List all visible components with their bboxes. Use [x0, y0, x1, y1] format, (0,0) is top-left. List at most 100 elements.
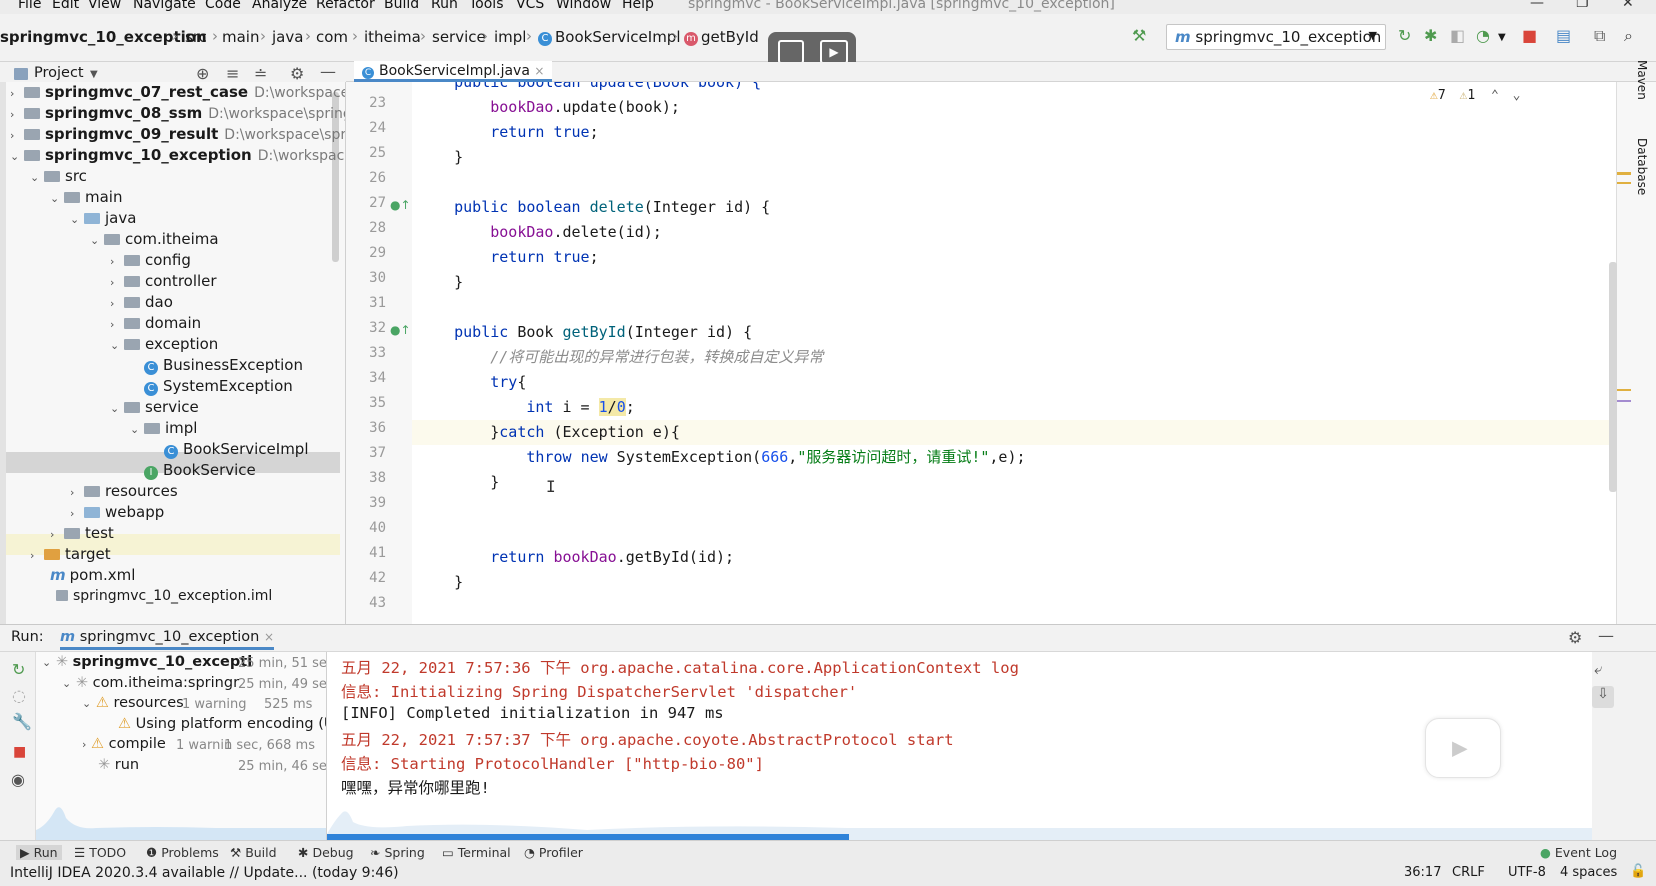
expand-all-icon[interactable]: ≡	[226, 64, 239, 83]
console-output[interactable]: 五月 22, 2021 7:57:36 下午 org.apache.catali…	[326, 652, 1592, 840]
breadcrumb-itheima[interactable]: itheima	[364, 28, 421, 46]
breadcrumb-src[interactable]: src	[185, 28, 207, 46]
breadcrumb-service[interactable]: service	[432, 28, 486, 46]
menu-vcs[interactable]: VCS	[516, 0, 544, 12]
run-config-select[interactable]: m springmvc_10_exception ▼	[1166, 24, 1386, 50]
tree-folder[interactable]: ⌄ main	[50, 187, 122, 208]
tab-event-log[interactable]: ● Event Log	[1540, 845, 1617, 860]
tree-class[interactable]: C BusinessException	[144, 355, 303, 376]
stop-icon[interactable]: ■	[1522, 27, 1537, 45]
breadcrumb-java[interactable]: java	[272, 28, 303, 46]
breadcrumb-main[interactable]: main	[222, 28, 259, 46]
restore-icon[interactable]: ❐	[1576, 0, 1589, 11]
stop-icon[interactable]: ■	[13, 744, 26, 760]
database-tab[interactable]: Database	[1635, 138, 1649, 195]
tree-package[interactable]: ⌄ impl	[130, 418, 197, 439]
tab-spring[interactable]: ❧ Spring	[370, 845, 425, 860]
tree-interface[interactable]: I BookService	[144, 460, 256, 481]
line-separator[interactable]: CRLF	[1452, 865, 1485, 880]
tree-folder[interactable]: › resources	[70, 481, 178, 502]
tree-file[interactable]: m pom.xml	[50, 565, 135, 586]
hide-panel-icon[interactable]: —	[1598, 626, 1614, 645]
fullscreen-icon[interactable]	[778, 40, 804, 64]
tree-package[interactable]: › config	[110, 250, 191, 271]
tree-package[interactable]: › controller	[110, 271, 217, 292]
menu-code[interactable]: Code	[205, 0, 241, 12]
menu-view[interactable]: View	[88, 0, 121, 12]
layout-icon[interactable]: ⧉	[1594, 27, 1605, 45]
editor-scrollbar[interactable]	[1609, 262, 1617, 492]
close-icon[interactable]: ✕	[1622, 0, 1634, 11]
tab-bookserviceimpl[interactable]: C BookServiceImpl.java ×	[354, 61, 553, 82]
tree-package[interactable]: › dao	[110, 292, 173, 313]
breadcrumb-class[interactable]: C BookServiceImpl	[538, 28, 681, 46]
caret-position[interactable]: 36:17	[1404, 865, 1441, 880]
tab-build[interactable]: ⚒ Build	[230, 845, 277, 860]
tab-todo[interactable]: ☰ TODO	[74, 845, 126, 860]
status-message[interactable]: IntelliJ IDEA 2020.3.4 available // Upda…	[10, 865, 399, 881]
implements-method-icon[interactable]: ●↑	[390, 323, 411, 337]
eye-icon[interactable]: ◉	[11, 770, 25, 789]
tree-folder[interactable]: ⌄ src	[30, 166, 87, 187]
breadcrumb-method[interactable]: m getById	[684, 28, 759, 46]
tab-terminal[interactable]: ▭ Terminal	[442, 845, 511, 860]
menu-refactor[interactable]: Refactor	[316, 0, 375, 12]
tree-folder[interactable]: › test	[50, 523, 114, 544]
scroll-to-end-icon[interactable]: ⇩	[1592, 686, 1614, 708]
maven-tab[interactable]: Maven	[1635, 60, 1649, 100]
run-tree-item[interactable]: ⚠ Using platform encoding (U	[118, 716, 326, 732]
menu-run[interactable]: Run	[431, 0, 458, 12]
tree-folder[interactable]: › target	[30, 544, 111, 565]
tree-package[interactable]: ⌄ exception	[110, 334, 218, 355]
hammer-build-icon[interactable]: ⚒	[1132, 27, 1146, 45]
run-tab[interactable]: m springmvc_10_exception ×	[60, 629, 275, 650]
tab-debug[interactable]: ✱ Debug	[298, 845, 354, 860]
menu-edit[interactable]: Edit	[52, 0, 79, 12]
search-icon[interactable]: ⌕	[1624, 27, 1633, 45]
menu-analyze[interactable]: Analyze	[252, 0, 307, 12]
menu-window[interactable]: Window	[556, 0, 611, 12]
play-icon[interactable]: ▶	[1452, 733, 1468, 763]
close-icon[interactable]: ×	[264, 630, 274, 644]
rerun-icon[interactable]: ↻	[12, 660, 25, 679]
locate-icon[interactable]: ⊕	[196, 64, 209, 83]
gear-icon[interactable]: ⚙	[290, 64, 304, 83]
breadcrumb-impl[interactable]: impl	[494, 28, 526, 46]
breadcrumb-com[interactable]: com	[316, 28, 348, 46]
video-play-icon[interactable]: ▶	[820, 40, 848, 64]
tab-run[interactable]: ▶ Run	[16, 845, 62, 860]
tree-file[interactable]: springmvc_10_exception.iml	[56, 586, 272, 607]
tree-module[interactable]: ›springmvc_07_rest_caseD:\workspace\spri	[10, 82, 345, 103]
tree-package[interactable]: › domain	[110, 313, 201, 334]
debug-icon[interactable]: ✱	[1424, 27, 1437, 45]
run-tree-root[interactable]: ⌄ ✳ springmvc_10_excepti	[42, 654, 252, 670]
hide-panel-icon[interactable]: —	[320, 62, 336, 81]
wrench-icon[interactable]: 🔧	[12, 712, 32, 731]
chevron-down-icon[interactable]: ⌄	[1513, 88, 1521, 103]
tree-module[interactable]: ›springmvc_09_resultD:\workspace\springn	[10, 124, 345, 145]
toggle-view-icon[interactable]: ◌	[12, 686, 26, 705]
tree-class[interactable]: C SystemException	[144, 376, 293, 397]
minimize-icon[interactable]: —	[1530, 0, 1544, 11]
project-structure-icon[interactable]: ▤	[1556, 27, 1571, 45]
tree-class-selected[interactable]: C BookServiceImpl	[164, 439, 309, 460]
tree-module[interactable]: ⌄springmvc_10_exceptionD:\workspace\spr	[10, 145, 345, 166]
soft-wrap-icon[interactable]: ⤶	[1594, 660, 1602, 678]
chevron-up-icon[interactable]: ⌃	[1491, 88, 1499, 103]
indent-setting[interactable]: 4 spaces	[1560, 865, 1617, 880]
tab-problems[interactable]: ❶ Problems	[146, 845, 219, 860]
inspection-widget[interactable]: ⚠7 ⚠1 ⌃ ⌄	[1430, 88, 1520, 103]
implements-method-icon[interactable]: ●↑	[390, 198, 411, 212]
collapse-all-icon[interactable]: ≐	[254, 64, 267, 83]
lock-icon[interactable]: 🔓	[1630, 864, 1646, 879]
tree-folder[interactable]: ⌄ java	[70, 208, 136, 229]
run-tree-item[interactable]: ⌄ ✳ com.itheima:springr	[62, 675, 239, 691]
tree-package[interactable]: ⌄ service	[110, 397, 199, 418]
run-tree-item[interactable]: ⌄ ⚠ resources	[82, 695, 184, 711]
tree-folder[interactable]: › webapp	[70, 502, 164, 523]
menu-navigate[interactable]: Navigate	[133, 0, 196, 12]
gear-icon[interactable]: ⚙	[1568, 628, 1582, 647]
chevron-down-icon[interactable]: ▼	[90, 69, 98, 80]
project-view-select[interactable]: Project	[34, 65, 84, 81]
chevron-down-icon[interactable]: ▼	[1498, 29, 1506, 47]
